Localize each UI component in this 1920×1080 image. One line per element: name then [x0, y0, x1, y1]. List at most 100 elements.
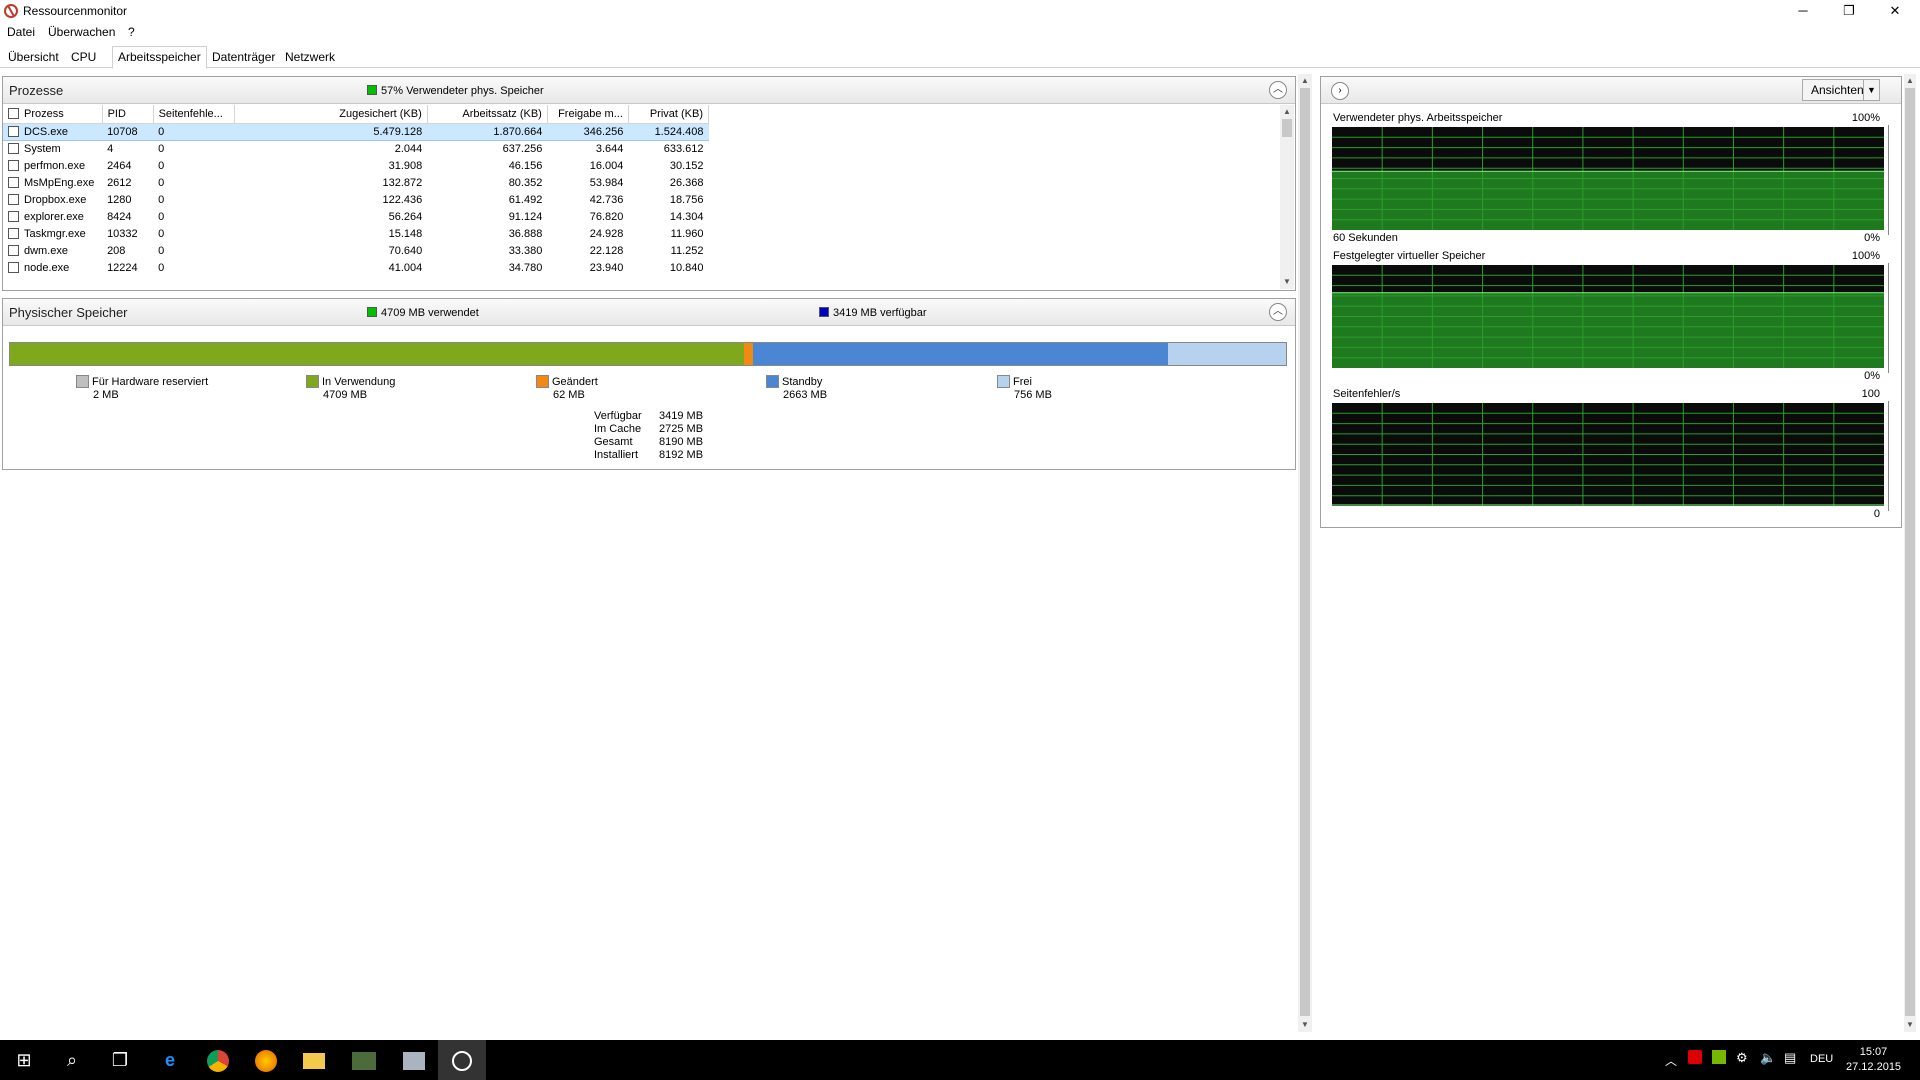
row-checkbox[interactable]: [8, 193, 19, 205]
scroll-up-icon[interactable]: ▲: [1904, 74, 1916, 88]
nvidia-icon[interactable]: [1712, 1050, 1726, 1064]
right-scrollbar[interactable]: ▲ ▼: [1904, 74, 1916, 1032]
table-row[interactable]: Taskmgr.exe 10332 0 15.148 36.888 24.928 11.96…: [3, 225, 709, 242]
memory-summary: Verfügbar 3419 MB Im Cache 2725 MB Gesamt 819…: [594, 410, 703, 462]
table-cell: 15.148: [388, 227, 423, 240]
scroll-thumb[interactable]: [1905, 88, 1915, 1016]
file-explorer-icon[interactable]: [290, 1040, 338, 1080]
scroll-thumb[interactable]: [1282, 119, 1292, 137]
memory-bar-segment: [10, 343, 744, 365]
chrome-icon[interactable]: [194, 1040, 242, 1080]
processes-summary-text: 57% Verwendeter phys. Speicher: [381, 85, 544, 97]
select-all-checkbox[interactable]: [8, 107, 19, 119]
row-checkbox[interactable]: [8, 244, 19, 256]
language-indicator[interactable]: DEU: [1810, 1053, 1833, 1065]
notification-icon[interactable]: ▤: [1784, 1050, 1796, 1066]
summary-row: Verfügbar 3419 MB: [594, 410, 703, 423]
column-header-zugesichert[interactable]: Zugesichert (KB): [234, 105, 428, 124]
collapse-icon[interactable]: ︿: [1269, 303, 1287, 321]
task-view-icon[interactable]: ❐: [96, 1040, 144, 1080]
tab-uebersicht[interactable]: Übersicht: [3, 48, 64, 68]
column-header-prozess[interactable]: Prozess: [3, 105, 103, 124]
firefox-icon[interactable]: [242, 1040, 290, 1080]
tray-chevron-icon[interactable]: ︿: [1665, 1052, 1677, 1069]
scroll-down-icon[interactable]: ▼: [1280, 275, 1294, 289]
row-checkbox[interactable]: [8, 210, 19, 222]
table-cell: 80.352: [508, 176, 543, 189]
row-checkbox[interactable]: [8, 125, 19, 137]
physical-memory-header[interactable]: Physischer Speicher 4709 MB verwendet 34…: [3, 299, 1295, 326]
graph-max-label: 100%: [1851, 250, 1880, 262]
table-row[interactable]: System 4 0 2.044 637.256 3.644 633.612: [3, 140, 709, 157]
table-row[interactable]: node.exe 12224 0 41.004 34.780 23.940 10.840: [3, 259, 709, 276]
tab-cpu[interactable]: CPU: [66, 48, 101, 68]
close-button[interactable]: ✕: [1872, 0, 1918, 22]
menu-ueberwachen[interactable]: Überwachen: [48, 25, 115, 39]
table-row[interactable]: explorer.exe 8424 0 56.264 91.124 76.820 14.30…: [3, 208, 709, 225]
column-header-pid[interactable]: PID: [102, 105, 154, 124]
resource-monitor-app-icon[interactable]: [390, 1040, 438, 1080]
table-cell: 18.756: [669, 193, 704, 206]
minimize-button[interactable]: ─: [1780, 0, 1826, 22]
table-row[interactable]: MsMpEng.exe 2612 0 132.872 80.352 53.984 26.36…: [3, 174, 709, 191]
processes-title: Prozesse: [9, 83, 64, 98]
legend-label: Standby: [782, 376, 823, 388]
table-row[interactable]: dwm.exe 208 0 70.640 33.380 22.128 11.252: [3, 242, 709, 259]
summary-row: Im Cache 2725 MB: [594, 423, 703, 436]
table-cell: 0: [158, 261, 165, 274]
menu-datei[interactable]: Datei: [7, 25, 35, 39]
tray-app-icon[interactable]: [1688, 1050, 1702, 1064]
edge-icon[interactable]: e: [146, 1040, 194, 1080]
scroll-up-icon[interactable]: ▲: [1280, 105, 1294, 119]
scroll-thumb[interactable]: [1300, 88, 1310, 1016]
volume-icon[interactable]: 🔈: [1760, 1050, 1776, 1066]
graph-max-label: 100%: [1851, 112, 1880, 124]
processes-header[interactable]: Prozesse 57% Verwendeter phys. Speicher …: [3, 77, 1295, 104]
expand-arrow-icon[interactable]: ›: [1331, 82, 1349, 100]
views-button[interactable]: Ansichten ▼: [1802, 79, 1880, 101]
row-checkbox[interactable]: [8, 159, 19, 171]
maximize-button[interactable]: ❐: [1826, 0, 1872, 22]
process-name-cell: Taskmgr.exe: [3, 225, 102, 242]
graph-title: Festgelegter virtueller Speicher: [1333, 250, 1486, 262]
column-header-arbeitssatz[interactable]: Arbeitssatz (KB): [427, 105, 548, 124]
table-row[interactable]: Dropbox.exe 1280 0 122.436 61.492 42.736 18.75…: [3, 191, 709, 208]
taskbar: ⊞ ⌕ ❐ e ︿ ⚙ 🔈 ▤ DEU 15:07 27.12.2015: [0, 1040, 1920, 1080]
main-scrollbar[interactable]: ▲ ▼: [1298, 74, 1312, 1032]
dcs-icon[interactable]: [340, 1040, 388, 1080]
tab-datentraeger[interactable]: Datenträger: [207, 48, 280, 68]
row-checkbox[interactable]: [8, 261, 19, 273]
collapse-icon[interactable]: ︿: [1269, 81, 1287, 99]
table-cell: 0: [158, 244, 165, 257]
column-header-freigabe[interactable]: Freigabe m...: [547, 105, 629, 124]
scroll-down-icon[interactable]: ▼: [1904, 1018, 1916, 1032]
row-checkbox[interactable]: [8, 142, 19, 154]
tab-arbeitsspeicher[interactable]: Arbeitsspeicher: [112, 46, 207, 69]
row-checkbox[interactable]: [8, 176, 19, 188]
column-header-privat[interactable]: Privat (KB): [628, 105, 710, 124]
search-icon[interactable]: ⌕: [48, 1040, 96, 1080]
dropdown-arrow-icon[interactable]: ▼: [1863, 80, 1879, 100]
menu-help[interactable]: ?: [128, 25, 135, 39]
processes-scrollbar[interactable]: ▲ ▼: [1280, 105, 1294, 289]
table-cell: 2464: [107, 159, 132, 172]
tab-netzwerk[interactable]: Netzwerk: [280, 48, 340, 68]
table-cell: 0: [158, 210, 165, 223]
legend-value: 2663 MB: [783, 389, 828, 401]
column-header-seitenfehler[interactable]: Seitenfehle...: [153, 105, 235, 124]
resource-monitor-icon[interactable]: [438, 1040, 486, 1080]
scroll-up-icon[interactable]: ▲: [1298, 74, 1312, 88]
table-cell: 346.256: [547, 122, 629, 141]
process-name: explorer.exe: [24, 210, 84, 223]
windows-start-icon[interactable]: ⊞: [0, 1040, 48, 1080]
row-checkbox[interactable]: [8, 227, 19, 239]
scroll-down-icon[interactable]: ▼: [1298, 1018, 1312, 1032]
table-row[interactable]: perfmon.exe 2464 0 31.908 46.156 16.004 30.152: [3, 157, 709, 174]
legend-value: 4709 MB: [323, 389, 368, 401]
process-name-cell: dwm.exe: [3, 242, 102, 259]
clock[interactable]: 15:07 27.12.2015: [1846, 1045, 1901, 1075]
network-icon[interactable]: ⚙: [1736, 1050, 1748, 1066]
table-cell: 16.004: [589, 159, 624, 172]
table-row[interactable]: DCS.exe 10708 0 5.479.128 1.870.664 346.256 1.…: [3, 122, 709, 141]
table-cell: 11.960: [670, 227, 704, 240]
